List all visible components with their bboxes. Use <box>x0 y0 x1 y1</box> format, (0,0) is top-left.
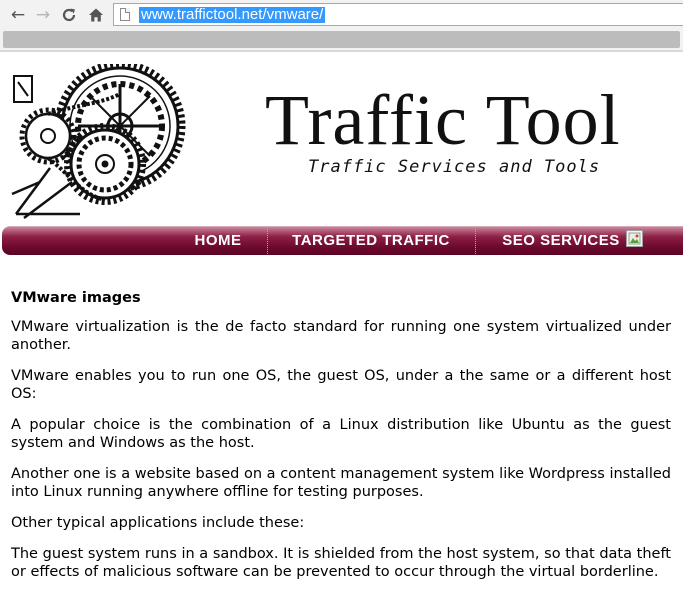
article-heading: VMware images <box>11 290 141 306</box>
chrome-divider <box>0 50 683 52</box>
bookmarks-bar-strip <box>3 31 680 48</box>
address-bar[interactable]: www.traffictool.net/vmware/ <box>113 3 683 26</box>
reload-icon[interactable] <box>59 5 79 25</box>
article-paragraph: Another one is a website based on a cont… <box>11 466 671 500</box>
nav-separator <box>267 229 268 254</box>
broken-image-icon <box>626 230 643 247</box>
nav-separator <box>475 229 476 254</box>
back-arrow-icon[interactable]: ← <box>8 5 28 25</box>
article-paragraph: Other typical applications include these… <box>11 515 305 531</box>
site-title: Traffic Tool <box>265 80 621 160</box>
browser-toolbar: ← → www.traffictool.net/vmware/ <box>0 0 683 30</box>
nav-item-home[interactable]: HOME <box>182 227 254 255</box>
article-content: VMware images VMware virtualization is t… <box>11 289 671 594</box>
url-text[interactable]: www.traffictool.net/vmware/ <box>139 7 326 23</box>
nav-item-targeted-traffic[interactable]: TARGETED TRAFFIC <box>282 227 460 255</box>
main-nav: HOME TARGETED TRAFFIC SEO SERVICES <box>2 226 683 255</box>
article-paragraph: The guest system runs in a sandbox. It i… <box>11 546 671 580</box>
bookmarks-bar <box>0 30 683 50</box>
article-paragraph: A popular choice is the combination of a… <box>11 417 671 451</box>
nav-item-seo-services[interactable]: SEO SERVICES <box>495 227 627 255</box>
gears-logo-image <box>10 60 198 222</box>
site-subtitle: Traffic Services and Tools <box>308 157 601 177</box>
home-icon[interactable] <box>86 5 106 25</box>
page-icon <box>120 8 130 21</box>
article-paragraph: VMware virtualization is the de facto st… <box>11 319 671 353</box>
forward-arrow-icon[interactable]: → <box>33 5 53 25</box>
article-paragraph: VMware enables you to run one OS, the gu… <box>11 368 671 402</box>
